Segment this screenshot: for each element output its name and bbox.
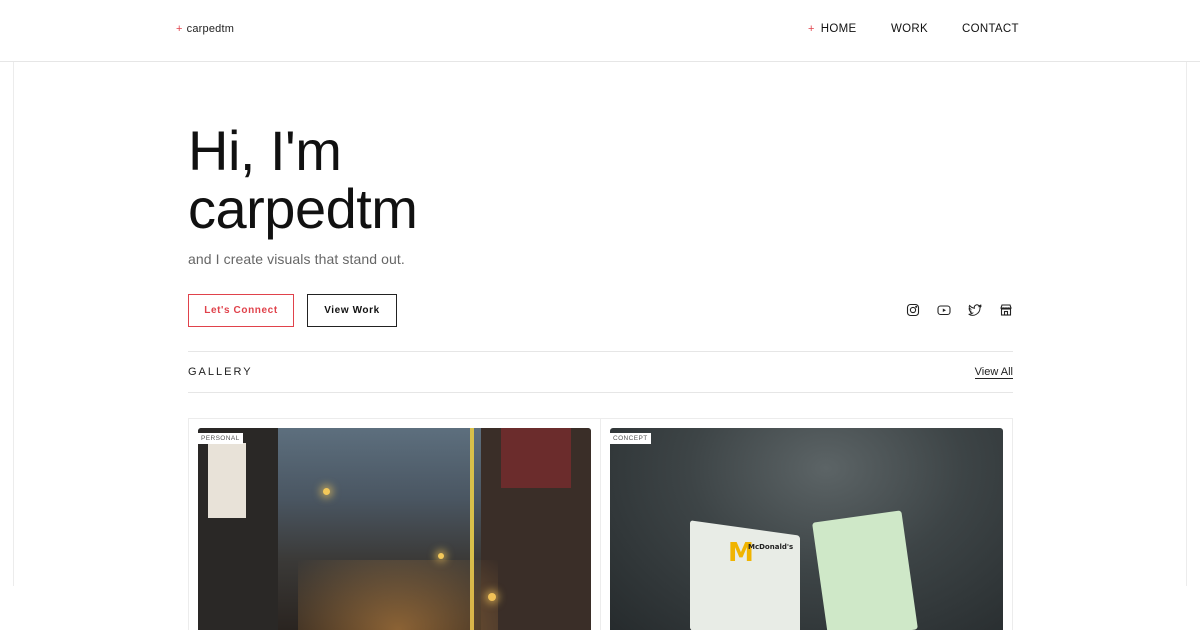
product-box-right <box>812 510 918 630</box>
gallery-card-personal[interactable]: PERSONAL <box>198 428 591 630</box>
brand-name: carpedtm <box>186 23 235 35</box>
street-awning <box>501 428 571 488</box>
view-work-button[interactable]: View Work <box>307 294 397 327</box>
box-brand-label: McDonald's <box>748 543 794 551</box>
hero-subtitle: and I create visuals that stand out. <box>188 251 405 267</box>
brand-plus-icon: + <box>176 22 183 35</box>
street-light <box>438 553 444 559</box>
product-box-left <box>690 520 800 630</box>
view-all-link[interactable]: View All <box>974 366 1013 379</box>
lets-connect-button[interactable]: Let's Connect <box>188 294 294 327</box>
street-light <box>323 488 330 495</box>
youtube-icon[interactable] <box>937 303 951 317</box>
hero-greeting: Hi, I'm <box>188 119 342 182</box>
card-tag: PERSONAL <box>198 433 243 444</box>
instagram-icon[interactable] <box>906 303 920 317</box>
hero-name: carpedtm <box>188 177 418 240</box>
twitter-icon[interactable] <box>968 303 982 317</box>
gallery-heading: GALLERY <box>188 366 253 378</box>
gallery-top-divider <box>188 351 1013 352</box>
brand-logo[interactable]: + carpedtm <box>176 23 234 35</box>
card-tag: CONCEPT <box>610 433 651 444</box>
active-plus-icon: + <box>808 22 815 35</box>
nav-work-label: WORK <box>891 23 928 35</box>
gallery-column-divider <box>600 418 601 630</box>
store-icon[interactable] <box>999 303 1013 317</box>
gallery-card-concept[interactable]: M McDonald's CONCEPT <box>610 428 1003 630</box>
nav-home-link[interactable]: + HOME <box>808 23 856 35</box>
nav-contact-label: CONTACT <box>962 23 1019 35</box>
street-sign <box>208 443 246 518</box>
nav-home-label: HOME <box>820 23 857 35</box>
nav-work-link[interactable]: WORK <box>891 23 928 35</box>
top-navigation: + carpedtm + HOME WORK CONTACT <box>0 0 1200 62</box>
nav-contact-link[interactable]: CONTACT <box>962 23 1019 35</box>
street-glow <box>298 560 498 630</box>
gallery-bottom-divider <box>188 392 1013 393</box>
